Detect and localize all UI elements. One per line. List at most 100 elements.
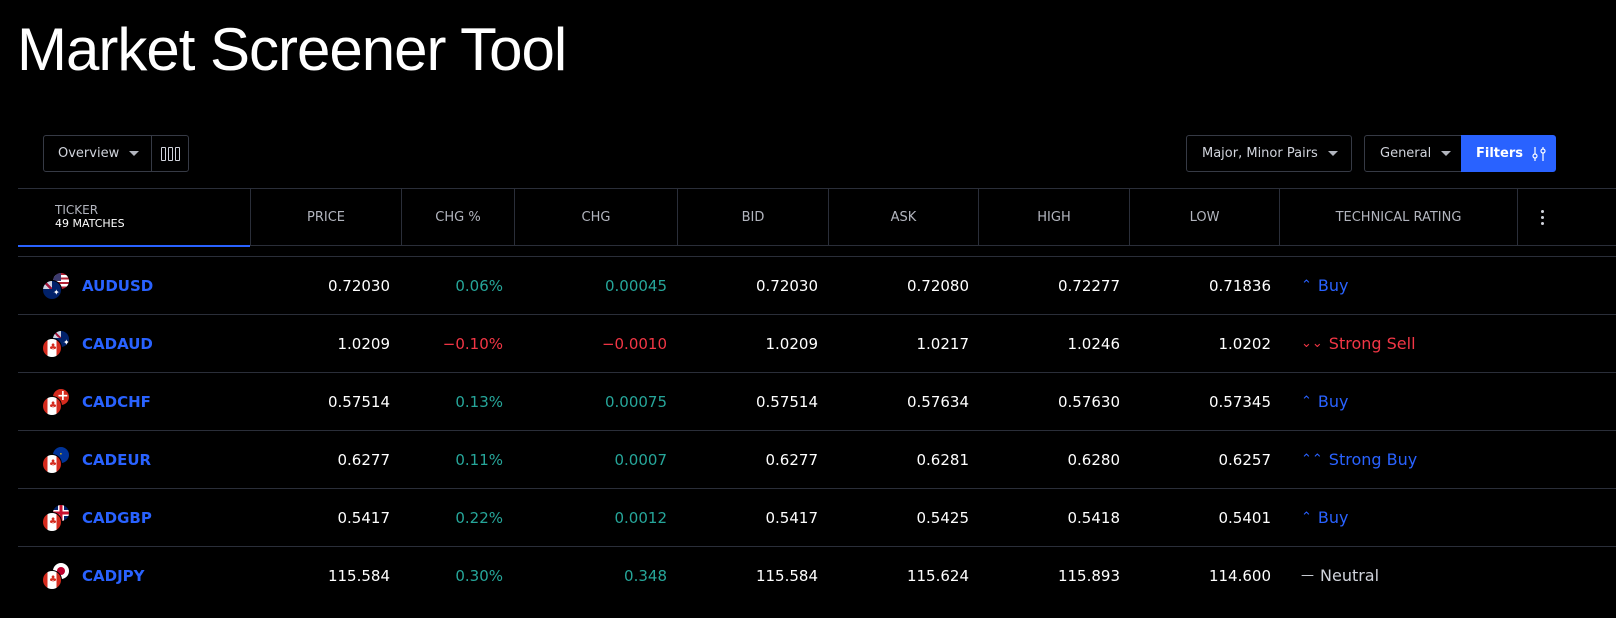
rating-arrow-icon: — [1301,568,1314,583]
bid-cell: 0.57514 [755,392,818,411]
ticker-cell: CADCHF [40,373,240,430]
more-vertical-icon [1541,210,1544,225]
view-select[interactable]: Overview [43,135,152,172]
header-low[interactable]: LOW [1129,189,1279,246]
price-cell: 0.6277 [337,450,391,469]
header-ask[interactable]: ASK [828,189,978,246]
bid-cell: 0.72030 [755,276,818,295]
chg-cell: −0.0010 [601,334,667,353]
header-technical-rating[interactable]: TECHNICAL RATING [1279,189,1517,246]
ticker-cell: CADAUD [40,315,240,372]
columns-button[interactable] [151,135,189,172]
high-cell: 115.893 [1057,566,1120,585]
header-chg[interactable]: CHG [514,189,677,246]
header-price[interactable]: PRICE [250,189,401,246]
low-cell: 0.6257 [1218,450,1272,469]
chg-cell: 0.00075 [604,392,667,411]
currency-flags-icon [40,561,72,590]
rating-label: Neutral [1320,566,1380,585]
rating-arrow-icon: ⌃ [1301,278,1312,293]
columns-icon [160,146,180,161]
filters-button[interactable]: Filters [1461,135,1556,172]
pairs-select[interactable]: Major, Minor Pairs [1186,135,1352,172]
ask-cell: 0.5425 [916,508,970,527]
technical-rating-cell: ⌃ Buy [1301,257,1551,314]
table-menu-button[interactable] [1517,189,1567,246]
high-cell: 0.6280 [1067,450,1121,469]
ticker-cell: AUDUSD [40,257,240,314]
ticker-symbol-link[interactable]: CADEUR [82,451,151,469]
technical-rating-cell: — Neutral [1301,547,1551,604]
table-row[interactable]: CADCHF 0.57514 0.13% 0.00075 0.57514 0.57634 0… [18,372,1616,430]
chg-pct-cell: 0.13% [455,392,503,411]
technical-rating-cell: ⌃ Buy [1301,489,1551,546]
low-cell: 0.57345 [1208,392,1271,411]
price-cell: 0.5417 [337,508,391,527]
technical-rating-cell: ⌃ Buy [1301,373,1551,430]
rating-label: Strong Sell [1328,334,1416,353]
header-ticker[interactable]: TICKER 49 MATCHES [18,189,250,247]
bid-cell: 0.5417 [765,508,819,527]
price-cell: 1.0209 [337,334,391,353]
screener-table: TICKER 49 MATCHES PRICE CHG % CHG BID AS… [18,188,1616,604]
ticker-symbol-link[interactable]: CADAUD [82,335,153,353]
ticker-cell: CADGBP [40,489,240,546]
header-chg-pct[interactable]: CHG % [401,189,514,246]
high-cell: 0.57630 [1057,392,1120,411]
general-select[interactable]: General [1364,135,1462,172]
high-cell: 0.5418 [1067,508,1121,527]
table-row[interactable]: AUDUSD 0.72030 0.06% 0.00045 0.72030 0.72080 0… [18,256,1616,314]
rating-arrow-icon: ⌃ [1301,394,1312,409]
header-bid[interactable]: BID [677,189,828,246]
low-cell: 0.71836 [1208,276,1271,295]
page-title: Market Screener Tool [17,16,567,83]
screener-page: Market Screener Tool Overview Major, Min… [0,0,1616,618]
ticker-cell: CADEUR [40,431,240,488]
table-row[interactable]: CADJPY 115.584 0.30% 0.348 115.584 115.624 115… [18,546,1616,604]
bid-cell: 0.6277 [765,450,819,469]
view-select-label: Overview [58,146,120,161]
rating-label: Buy [1317,392,1349,411]
price-cell: 0.72030 [327,276,390,295]
ticker-symbol-link[interactable]: CADJPY [82,567,145,585]
low-cell: 0.5401 [1218,508,1272,527]
chg-cell: 0.348 [624,566,667,585]
table-row[interactable]: CADGBP 0.5417 0.22% 0.0012 0.5417 0.5425 0.541… [18,488,1616,546]
low-cell: 1.0202 [1218,334,1272,353]
chevron-down-icon [129,151,140,156]
price-cell: 0.57514 [327,392,390,411]
high-cell: 1.0246 [1067,334,1121,353]
ask-cell: 0.57634 [906,392,969,411]
high-cell: 0.72277 [1057,276,1120,295]
chevron-down-icon [1441,151,1452,156]
ticker-symbol-link[interactable]: CADCHF [82,393,151,411]
chg-cell: 0.00045 [604,276,667,295]
chg-cell: 0.0012 [614,508,668,527]
chg-pct-cell: −0.10% [442,334,503,353]
general-select-label: General [1380,146,1432,161]
rating-label: Buy [1317,508,1349,527]
table-header: TICKER 49 MATCHES PRICE CHG % CHG BID AS… [18,188,1616,247]
rating-arrow-icon: ⌃⌃ [1301,452,1323,467]
technical-rating-cell: ⌄⌄ Strong Sell [1301,315,1551,372]
rating-arrow-icon: ⌄⌄ [1301,336,1323,351]
ask-cell: 1.0217 [916,334,970,353]
rating-label: Buy [1317,276,1349,295]
sliders-icon [1532,146,1546,161]
currency-flags-icon [40,445,72,474]
currency-flags-icon [40,271,72,300]
table-row[interactable]: CADEUR 0.6277 0.11% 0.0007 0.6277 0.6281 0.628… [18,430,1616,488]
header-high[interactable]: HIGH [978,189,1129,246]
chg-pct-cell: 0.11% [455,450,503,469]
price-cell: 115.584 [327,566,390,585]
ticker-cell: CADJPY [40,547,240,604]
ticker-symbol-link[interactable]: CADGBP [82,509,152,527]
chevron-down-icon [1327,151,1338,156]
chg-pct-cell: 0.30% [455,566,503,585]
ticker-symbol-link[interactable]: AUDUSD [82,277,153,295]
filters-button-label: Filters [1476,146,1523,161]
technical-rating-cell: ⌃⌃ Strong Buy [1301,431,1551,488]
table-row[interactable]: CADAUD 1.0209 −0.10% −0.0010 1.0209 1.0217 1.0… [18,314,1616,372]
chg-cell: 0.0007 [614,450,668,469]
header-ticker-label: TICKER [55,203,99,217]
